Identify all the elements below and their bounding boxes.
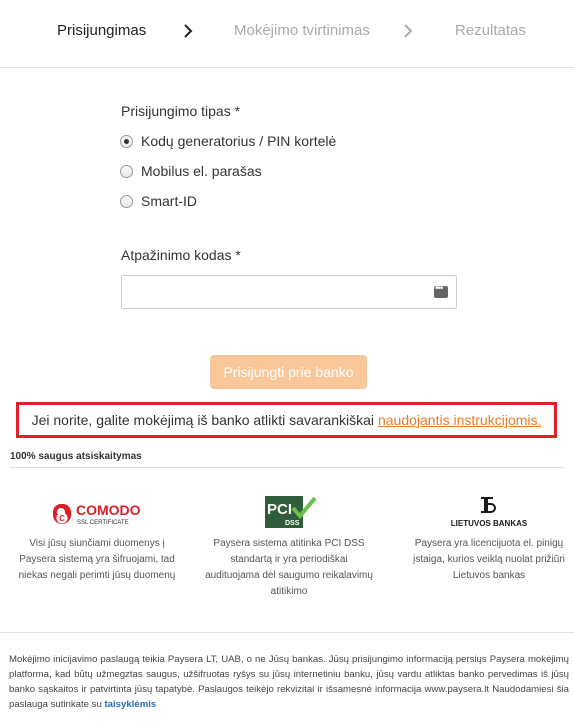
radio-label: Smart-ID <box>141 193 197 209</box>
step-result: Rezultatas <box>455 22 526 39</box>
lietuvos-bankas-logo: LIETUVOS BANKAS <box>451 497 528 528</box>
radio-mobile-signature[interactable]: Mobilus el. parašas <box>120 161 262 181</box>
id-code-field[interactable] <box>121 275 457 309</box>
notice-text: Jei norite, galite mokėjimą iš banko atl… <box>31 412 374 428</box>
comodo-logo-subtext: SSL CERTIFICATE <box>77 520 129 526</box>
radio-label: Mobilus el. parašas <box>141 163 262 179</box>
login-to-bank-button[interactable]: Prisijungti prie banko <box>210 355 367 389</box>
divider <box>0 632 574 633</box>
id-code-input[interactable] <box>122 276 422 308</box>
radio-smart-id[interactable]: Smart-ID <box>120 191 197 211</box>
comodo-logo-text: COMODO <box>76 502 141 518</box>
step-login: Prisijungimas <box>57 22 147 39</box>
instructions-link[interactable]: naudojantis instrukcijomis. <box>378 412 541 428</box>
secure-payment-title: 100% saugus atsiskaitymas <box>10 451 142 462</box>
radio-code-generator[interactable]: Kodų generatorius / PIN kortelė <box>120 131 336 151</box>
radio-label: Kodų generatorius / PIN kortelė <box>141 133 337 149</box>
footer-disclaimer: Mokėjimo inicijavimo paslaugą teikia Pay… <box>9 652 569 712</box>
id-code-label: Atpažinimo kodas * <box>121 247 241 263</box>
comodo-description: Visi jūsų siunčiami duomenys į Paysera s… <box>18 538 176 581</box>
radio-button[interactable] <box>120 194 133 208</box>
login-type-label: Prisijungimo tipas * <box>121 103 241 119</box>
lietuvos-bankas-logo-text: LIETUVOS BANKAS <box>451 519 528 528</box>
svg-text:C: C <box>59 514 65 523</box>
terms-link[interactable]: taisyklėmis <box>104 699 156 710</box>
divider <box>10 467 564 468</box>
pci-description: Paysera sistema atitinka PCI DSS standar… <box>205 538 373 597</box>
pci-dss-logo: PCI DSS <box>265 496 317 528</box>
manual-payment-notice: Jei norite, galite mokėjimą iš banko atl… <box>16 402 557 438</box>
pci-logo-text: PCI <box>267 501 292 518</box>
radio-button[interactable] <box>120 164 133 178</box>
step-payment-confirmation: Mokėjimo tvirtinimas <box>234 22 370 39</box>
password-keyboard-icon[interactable] <box>434 283 448 298</box>
progress-steps: Prisijungimas Mokėjimo tvirtinimas Rezul… <box>0 0 574 68</box>
comodo-ssl-logo: C COMODO SSL CERTIFICATE <box>53 502 141 526</box>
chevron-right-icon <box>404 24 413 38</box>
chevron-right-icon <box>184 24 193 38</box>
pci-logo-subtext: DSS <box>285 520 300 527</box>
radio-button-checked[interactable] <box>120 134 133 148</box>
lietuvos-bankas-description: Paysera yra licencijuota el. pinigų įsta… <box>413 538 565 581</box>
footer-text: Mokėjimo inicijavimo paslaugą teikia Pay… <box>9 654 569 710</box>
